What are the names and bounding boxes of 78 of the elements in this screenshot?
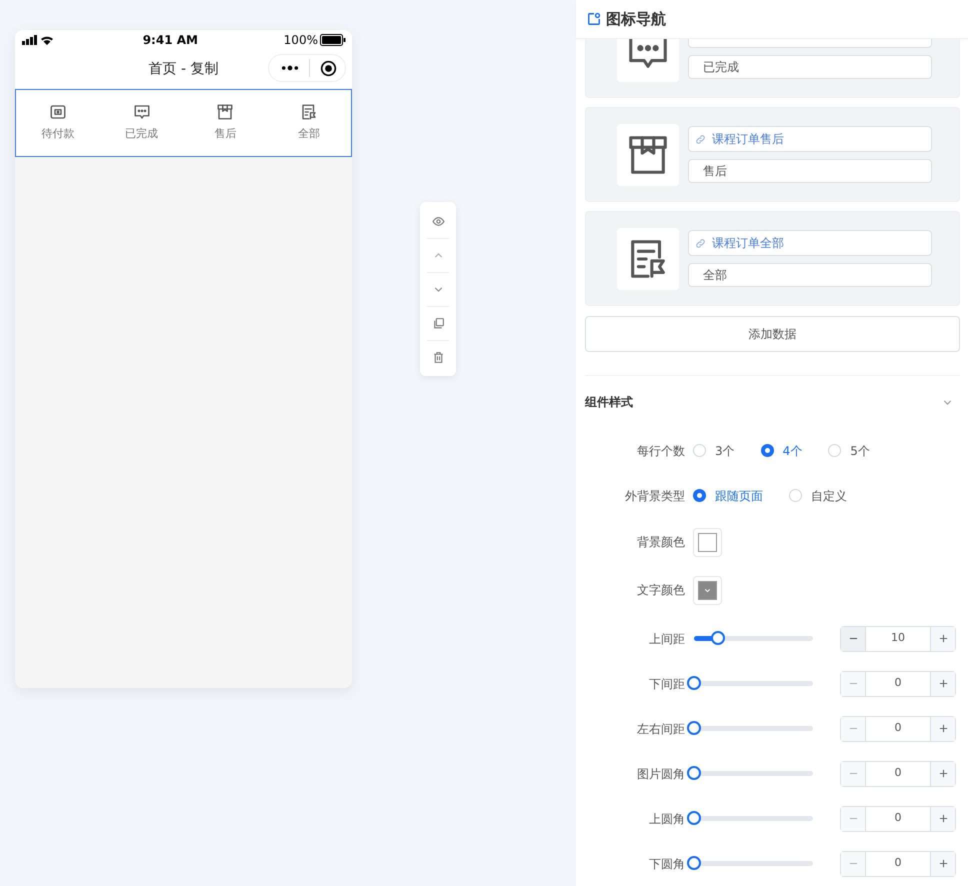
field-label: 左右间距 [636,720,685,738]
number-stepper[interactable]: 0 [840,806,956,832]
copy-icon[interactable] [432,317,444,330]
trash-icon[interactable] [432,351,444,364]
nav-item[interactable]: 待付款 [16,90,100,156]
stepper-value[interactable]: 0 [866,716,930,740]
slider-thumb[interactable] [687,766,701,780]
stepper-value[interactable]: 0 [866,852,930,876]
field-label: 上间距 [648,630,685,648]
plus-icon [938,724,948,733]
number-stepper[interactable]: 0 [840,760,956,786]
slider-thumb[interactable] [687,676,701,690]
color-picker[interactable] [693,576,722,604]
battery-percent: 100% [284,32,318,49]
increase-button[interactable] [930,852,955,876]
icon-thumbnail[interactable] [617,124,679,186]
plus-icon [938,634,948,643]
status-time: 9:41 AM [142,32,198,49]
box-icon [216,103,234,122]
increase-button[interactable] [930,762,955,786]
page-title: 首页 - 复制 [148,60,218,78]
slider-thumb[interactable] [687,811,701,825]
stepper-value[interactable]: 0 [866,806,930,830]
plus-icon [938,814,948,823]
number-stepper[interactable]: 10 [840,626,956,652]
radio-option[interactable]: 自定义 [789,486,847,504]
radio-option[interactable]: 跟随页面 [693,486,763,504]
document-flag-icon [300,103,318,122]
increase-button[interactable] [930,716,955,740]
plus-icon [938,679,948,688]
stepper-value[interactable]: 10 [866,626,930,650]
stepper-value[interactable]: 0 [866,762,930,786]
capsule-menu[interactable] [268,54,346,82]
number-stepper[interactable]: 0 [840,850,956,876]
field-label: 下间距 [648,676,685,692]
link-icon [695,238,706,248]
radio-option[interactable]: 5个 [828,442,870,460]
more-dots-icon[interactable] [281,65,299,71]
widget-icon [587,12,601,26]
nav-item[interactable]: 全部 [267,90,351,156]
link-field[interactable]: 课程订单售后 [688,126,932,152]
increase-button[interactable] [930,626,955,650]
wallet-icon [48,103,67,122]
eye-icon[interactable] [432,214,444,228]
panel-title: 图标导航 [606,8,666,30]
field-label: 外背景类型 [624,488,685,504]
field-label: 文字颜色 [636,582,685,599]
plus-icon [938,769,948,778]
name-field[interactable]: 已完成 [688,55,932,79]
slider-thumb[interactable] [687,721,701,735]
number-stepper[interactable]: 0 [840,716,956,742]
radio-option[interactable]: 4个 [760,442,802,460]
slider-thumb[interactable] [687,856,701,870]
record-icon[interactable] [320,60,337,76]
field-label: 背景颜色 [636,534,685,551]
increase-button[interactable] [930,672,955,696]
nav-item[interactable]: 售后 [184,90,268,156]
color-picker[interactable] [693,528,722,556]
chat-bubble-icon [132,103,151,122]
radio-option[interactable]: 3个 [693,442,735,460]
icon-thumbnail[interactable] [617,228,679,290]
link-field[interactable]: 课程订单全部 [688,230,932,256]
field-label: 下圆角 [648,856,685,872]
name-field[interactable]: 售后 [688,159,932,183]
link-icon [695,134,706,144]
field-label: 上圆角 [648,810,685,828]
increase-button[interactable] [930,806,955,830]
number-stepper[interactable]: 0 [840,670,956,696]
nav-item[interactable]: 已完成 [100,90,184,156]
name-field[interactable]: 全部 [688,263,932,287]
battery-icon [320,34,346,46]
add-data-button[interactable]: 添加数据 [585,316,960,352]
slider-thumb[interactable] [710,631,725,645]
field-label: 图片圆角 [636,766,685,782]
plus-icon [938,859,948,868]
section-header[interactable]: 组件样式 [585,376,960,428]
stepper-value[interactable]: 0 [866,672,930,696]
field-label: 每行个数 [636,442,685,460]
